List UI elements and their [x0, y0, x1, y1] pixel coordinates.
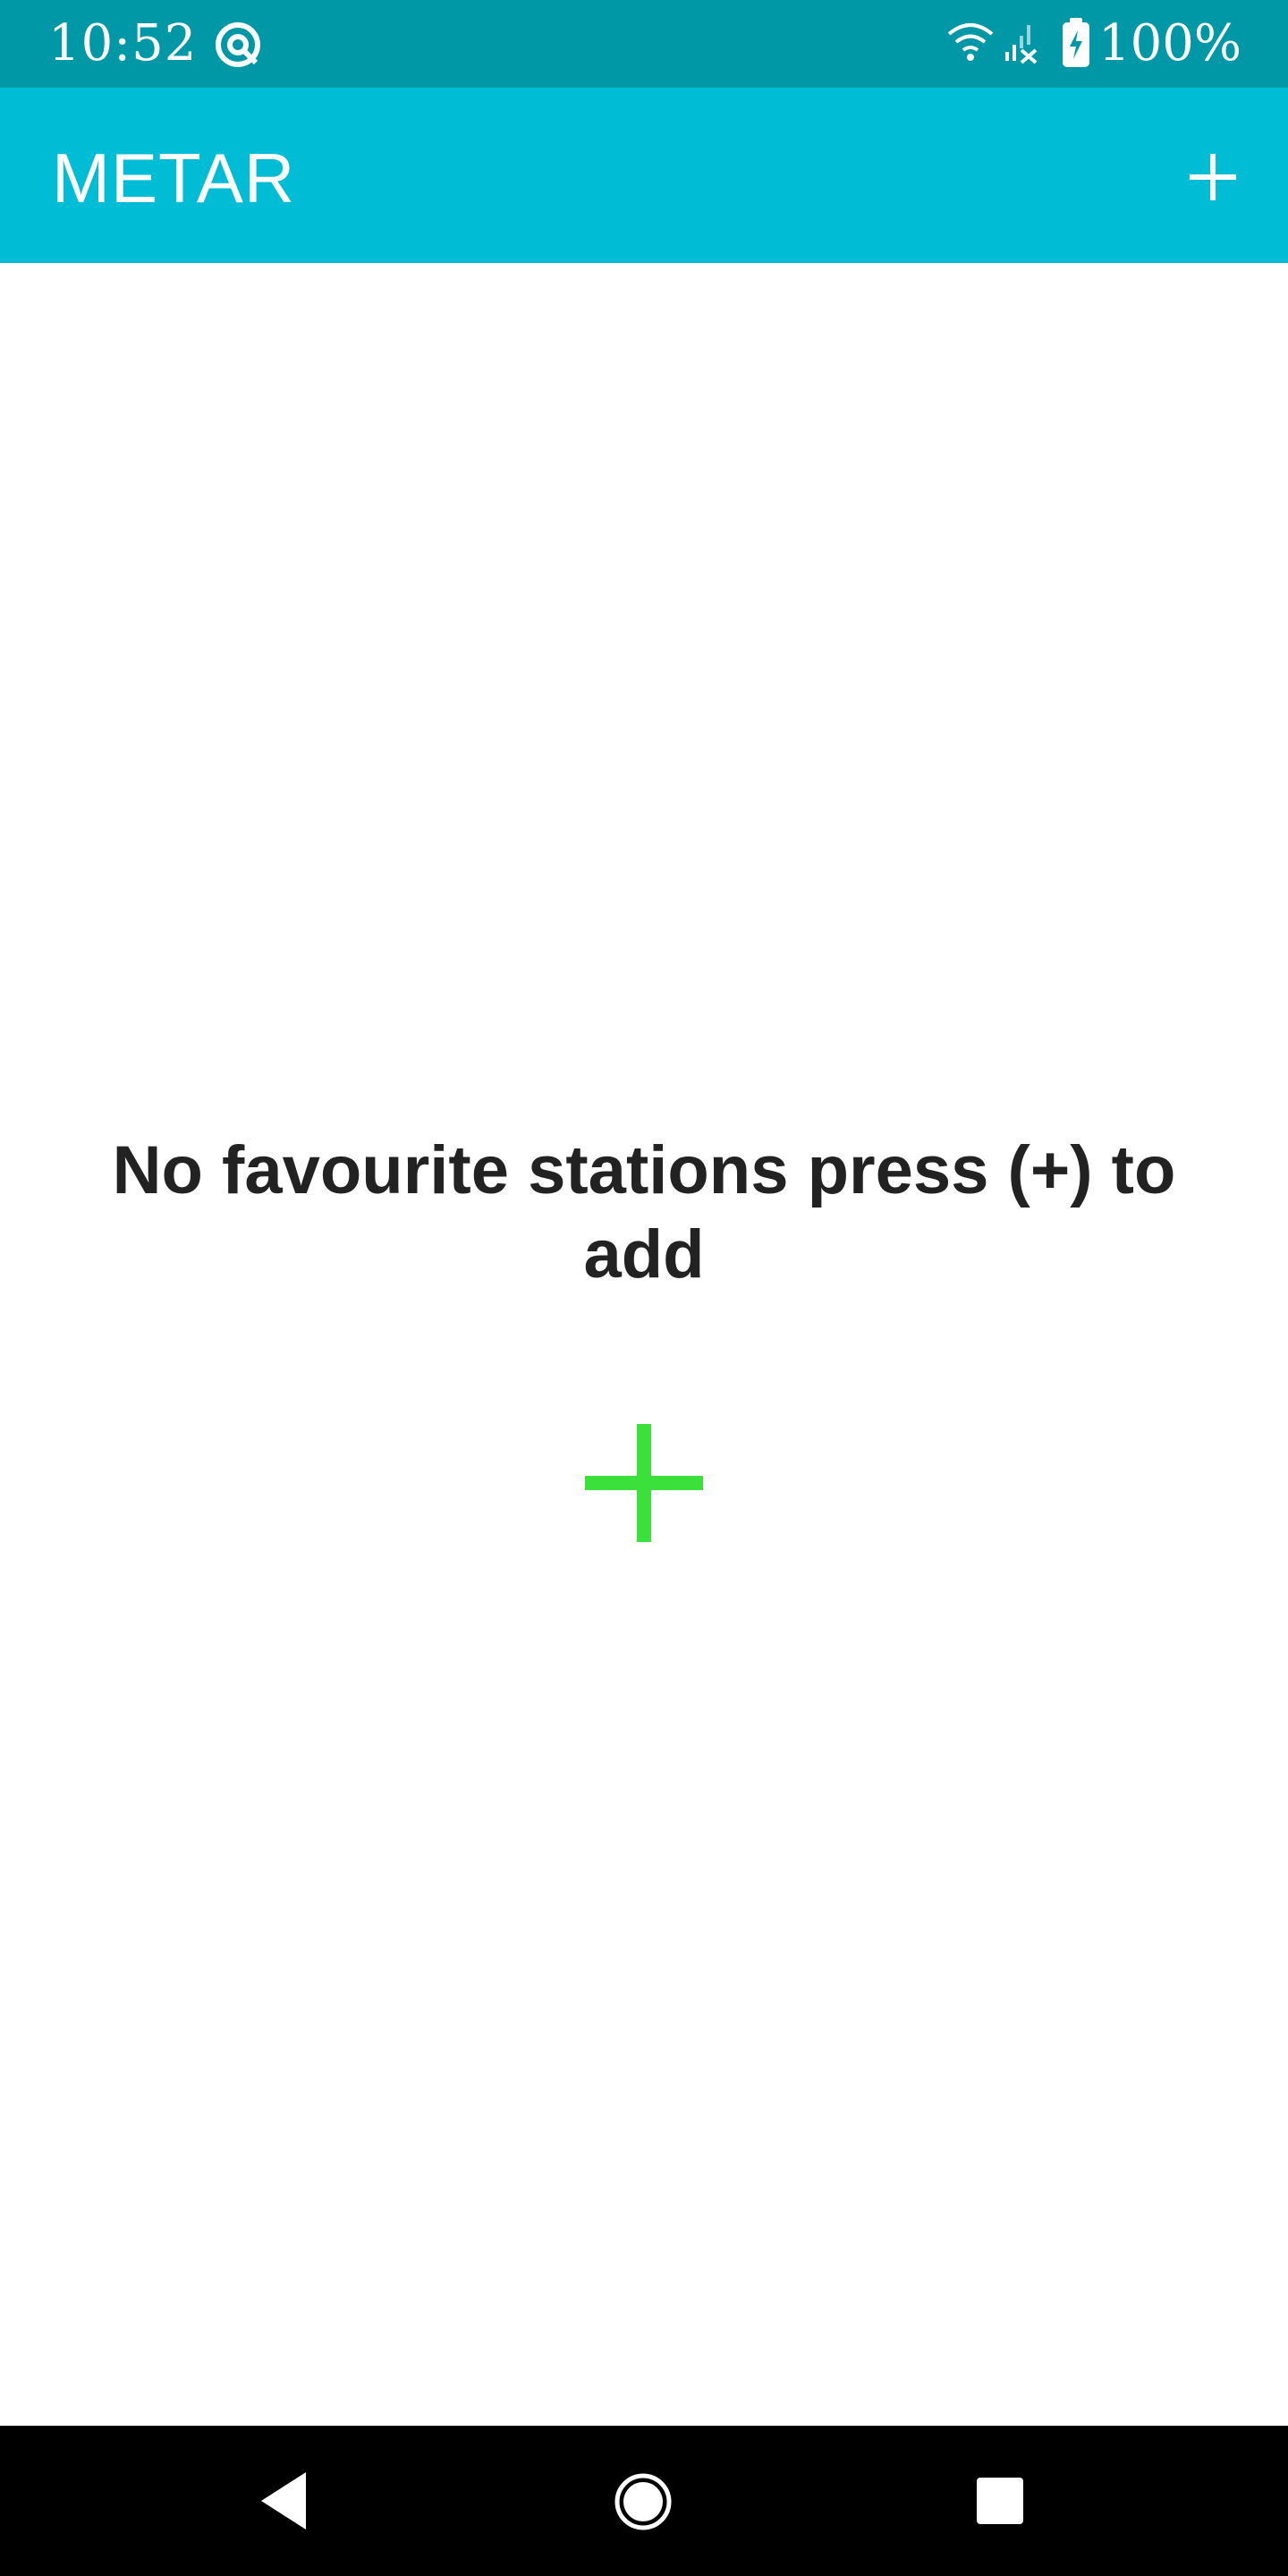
home-icon[interactable]	[614, 2472, 673, 2531]
screen: 10:52 100% METAR No favourite stations p…	[0, 0, 1288, 2576]
navigation-bar	[0, 2426, 1288, 2576]
battery-level: 100%	[1098, 14, 1242, 72]
status-bar: 10:52 100%	[0, 0, 1288, 88]
app-title: METAR	[52, 139, 296, 217]
back-icon[interactable]	[258, 2469, 311, 2533]
signal-icon	[1005, 25, 1038, 64]
battery-charging-icon	[1063, 18, 1089, 67]
app-bar: METAR	[0, 88, 1288, 263]
add-station-plus-icon[interactable]	[581, 1420, 707, 1546]
wifi-icon	[947, 23, 994, 61]
plus-icon[interactable]	[1177, 141, 1249, 213]
recents-icon[interactable]	[975, 2476, 1025, 2526]
at-sign-icon	[216, 22, 260, 67]
empty-state-message: No favourite stations press (+) to add	[112, 1132, 1176, 1292]
status-time: 10:52	[48, 14, 198, 72]
